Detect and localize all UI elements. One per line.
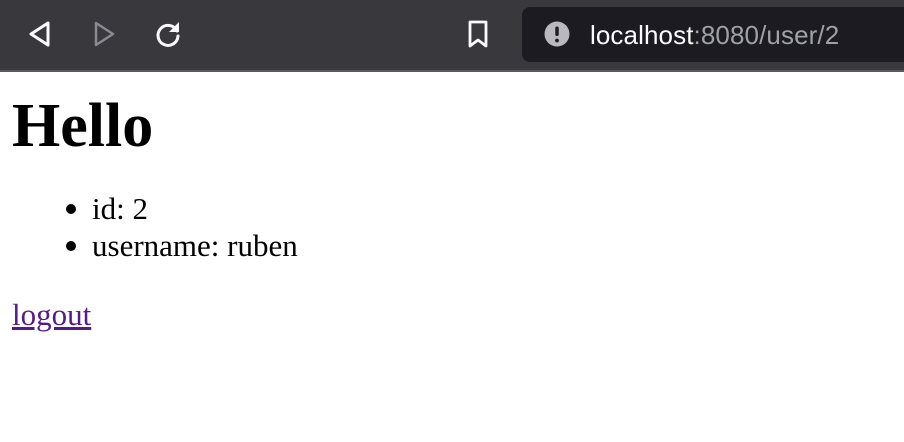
detail-username: username: ruben: [66, 227, 892, 264]
user-details-list: id: 2 username: ruben: [12, 190, 892, 264]
page-heading: Hello: [12, 92, 154, 160]
info-icon[interactable]: [544, 21, 570, 47]
forward-button[interactable]: [86, 17, 120, 51]
browser-toolbar: localhost:8080/user/2: [0, 0, 904, 72]
logout-link[interactable]: logout: [12, 296, 91, 333]
url-text: localhost:8080/user/2: [590, 20, 839, 50]
detail-id: id: 2: [66, 190, 892, 227]
bookmark-button[interactable]: [461, 17, 495, 51]
forward-icon: [94, 21, 115, 47]
back-icon: [29, 21, 50, 47]
back-button[interactable]: [24, 17, 58, 51]
bookmark-icon: [468, 20, 488, 48]
reload-icon: [156, 22, 180, 47]
reload-button[interactable]: [151, 17, 185, 51]
url-host: localhost: [590, 20, 694, 50]
url-path: :8080/user/2: [693, 20, 840, 50]
page-content: Hello id: 2 username: ruben logout: [0, 72, 904, 333]
address-bar[interactable]: localhost:8080/user/2: [522, 7, 904, 62]
